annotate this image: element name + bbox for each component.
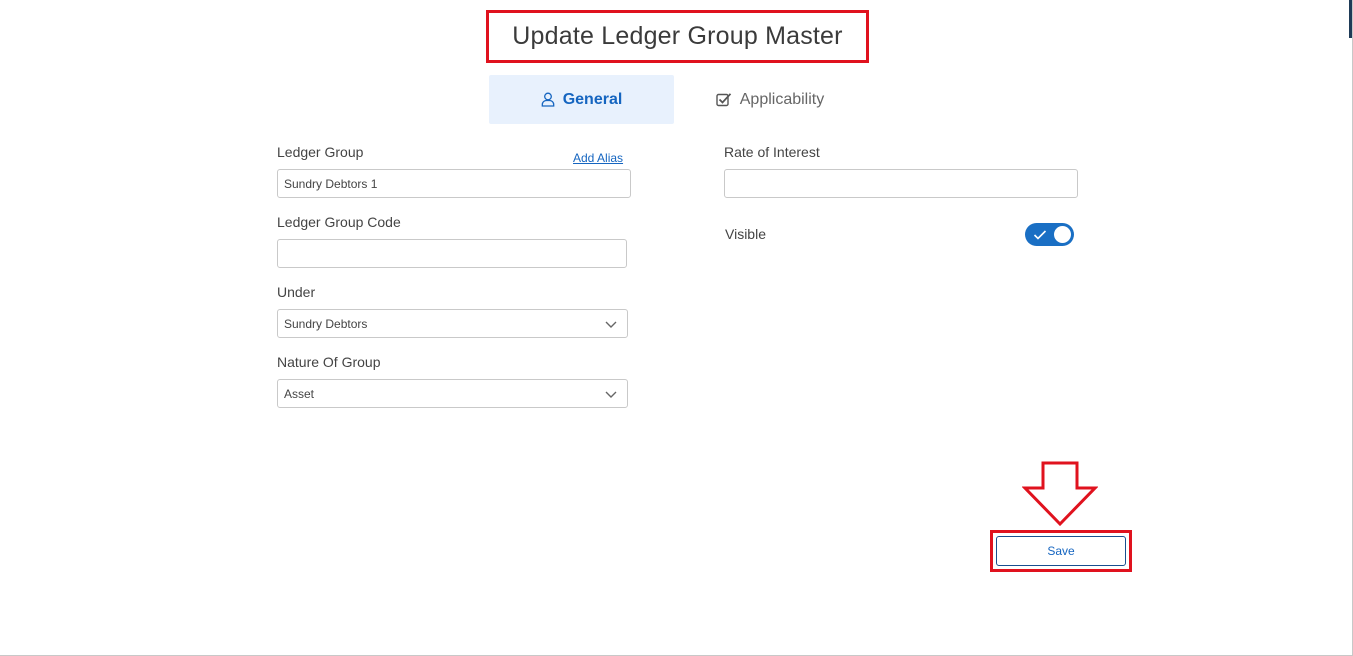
title-highlight-box: Update Ledger Group Master [486, 10, 869, 63]
tab-general[interactable]: General [489, 75, 674, 124]
under-select[interactable]: Sundry Debtors [277, 309, 628, 338]
tab-general-label: General [562, 90, 623, 108]
rate-of-interest-label: Rate of Interest [724, 144, 820, 160]
nature-of-group-label: Nature Of Group [277, 354, 381, 370]
checkbox-icon [716, 92, 732, 107]
user-icon [541, 92, 555, 107]
page-title: Update Ledger Group Master [512, 22, 843, 50]
chevron-down-icon [605, 318, 617, 332]
tab-applicability[interactable]: Applicability [690, 75, 850, 124]
ledger-group-code-input[interactable] [277, 239, 627, 268]
check-icon [1033, 228, 1047, 246]
under-label: Under [277, 284, 316, 300]
nature-of-group-value: Asset [284, 386, 315, 401]
save-highlight-box: Save [990, 530, 1132, 572]
chevron-down-icon [605, 388, 617, 402]
nature-of-group-select[interactable]: Asset [277, 379, 628, 408]
rate-of-interest-input[interactable] [724, 169, 1078, 198]
window-corner-accent [1349, 0, 1352, 38]
ledger-group-input[interactable]: Sundry Debtors 1 [277, 169, 631, 198]
save-button[interactable]: Save [996, 536, 1126, 566]
ledger-group-label: Ledger Group [277, 144, 364, 160]
under-value: Sundry Debtors [284, 316, 368, 331]
visible-toggle[interactable] [1025, 223, 1074, 246]
toggle-knob [1054, 226, 1071, 243]
ledger-group-value: Sundry Debtors 1 [284, 176, 378, 191]
visible-label: Visible [725, 226, 766, 242]
tab-applicability-label: Applicability [739, 90, 825, 108]
add-alias-link[interactable]: Add Alias [573, 151, 623, 165]
arrow-down-icon [1021, 461, 1099, 532]
update-ledger-group-page: Update Ledger Group Master General Appli… [0, 0, 1353, 656]
ledger-group-code-label: Ledger Group Code [277, 214, 401, 230]
